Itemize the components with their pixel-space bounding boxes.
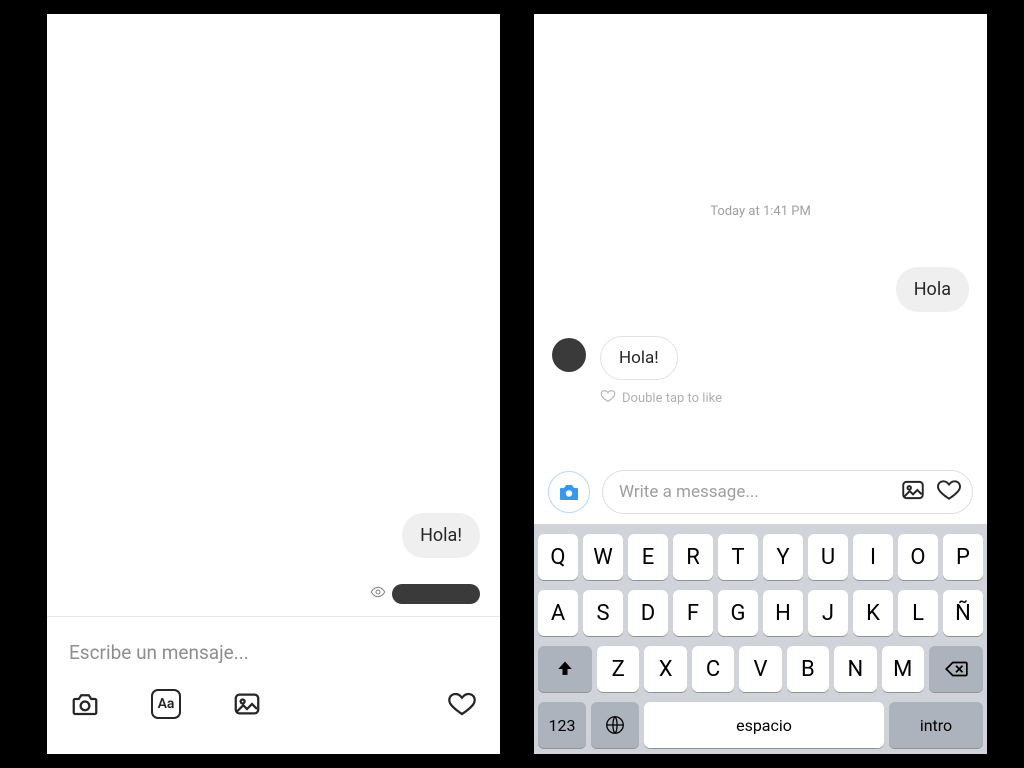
shift-key[interactable]: [538, 646, 592, 692]
key-b[interactable]: B: [787, 646, 829, 692]
key-e[interactable]: E: [628, 534, 668, 580]
phone-screen-right: Today at 1:41 PM Hola Hola! Double tap t…: [534, 14, 987, 754]
heart-icon[interactable]: [936, 477, 962, 507]
key-w[interactable]: W: [583, 534, 623, 580]
key-ñ[interactable]: Ñ: [943, 590, 983, 636]
key-f[interactable]: F: [673, 590, 713, 636]
message-input[interactable]: [619, 482, 890, 502]
key-o[interactable]: O: [898, 534, 938, 580]
like-hint-text: Double tap to like: [622, 391, 722, 406]
keyboard-row-2: ASDFGHJKLÑ: [538, 590, 983, 636]
heart-outline-icon: [600, 388, 616, 408]
key-q[interactable]: Q: [538, 534, 578, 580]
numbers-key[interactable]: 123: [538, 702, 586, 748]
message-input-pill: [602, 470, 973, 514]
key-z[interactable]: Z: [597, 646, 639, 692]
backspace-key[interactable]: [929, 646, 983, 692]
key-j[interactable]: J: [808, 590, 848, 636]
key-n[interactable]: N: [834, 646, 876, 692]
message-out-row: Hola!: [402, 513, 480, 558]
key-l[interactable]: L: [898, 590, 938, 636]
space-key[interactable]: espacio: [644, 702, 884, 748]
compose-row: [534, 470, 987, 524]
gallery-icon[interactable]: [900, 477, 926, 507]
phone-screen-left: Hola! Aa: [47, 14, 500, 754]
message-in-row: Hola!: [534, 336, 987, 384]
seen-by-redacted: [392, 584, 480, 604]
key-h[interactable]: H: [763, 590, 803, 636]
keyboard: QWERTYUIOP ASDFGHJKLÑ ZXCVBNM 123 espaci…: [534, 524, 987, 754]
key-c[interactable]: C: [692, 646, 734, 692]
chat-thread[interactable]: Today at 1:41 PM Hola Hola! Double tap t…: [534, 14, 987, 470]
like-hint: Double tap to like: [534, 384, 987, 424]
key-r[interactable]: R: [673, 534, 713, 580]
key-k[interactable]: K: [853, 590, 893, 636]
text-style-icon[interactable]: Aa: [151, 689, 181, 719]
key-g[interactable]: G: [718, 590, 758, 636]
globe-key[interactable]: [591, 702, 639, 748]
message-in-bubble[interactable]: Hola!: [600, 336, 678, 380]
compose-toolbar: Aa: [47, 682, 500, 754]
camera-button[interactable]: [548, 471, 590, 513]
keyboard-row-1: QWERTYUIOP: [538, 534, 983, 580]
avatar[interactable]: [552, 338, 586, 372]
keyboard-row-4: 123 espacio intro: [538, 702, 983, 748]
key-p[interactable]: P: [943, 534, 983, 580]
message-input[interactable]: [69, 637, 478, 682]
gallery-icon[interactable]: [231, 688, 263, 720]
key-y[interactable]: Y: [763, 534, 803, 580]
enter-key[interactable]: intro: [889, 702, 983, 748]
key-s[interactable]: S: [583, 590, 623, 636]
eye-icon: [370, 584, 386, 604]
heart-icon[interactable]: [446, 688, 478, 720]
keyboard-row-3: ZXCVBNM: [538, 646, 983, 692]
seen-indicator: [370, 584, 480, 604]
chat-thread[interactable]: Hola!: [47, 14, 500, 617]
key-v[interactable]: V: [739, 646, 781, 692]
key-m[interactable]: M: [882, 646, 924, 692]
key-x[interactable]: X: [644, 646, 686, 692]
key-i[interactable]: I: [853, 534, 893, 580]
key-d[interactable]: D: [628, 590, 668, 636]
compose-area: [47, 617, 500, 682]
key-a[interactable]: A: [538, 590, 578, 636]
key-t[interactable]: T: [718, 534, 758, 580]
message-out-row: Hola: [534, 267, 987, 336]
message-out-bubble[interactable]: Hola!: [402, 513, 480, 558]
thread-timestamp: Today at 1:41 PM: [534, 204, 987, 219]
message-out-bubble[interactable]: Hola: [896, 267, 969, 312]
camera-icon[interactable]: [69, 688, 101, 720]
key-u[interactable]: U: [808, 534, 848, 580]
